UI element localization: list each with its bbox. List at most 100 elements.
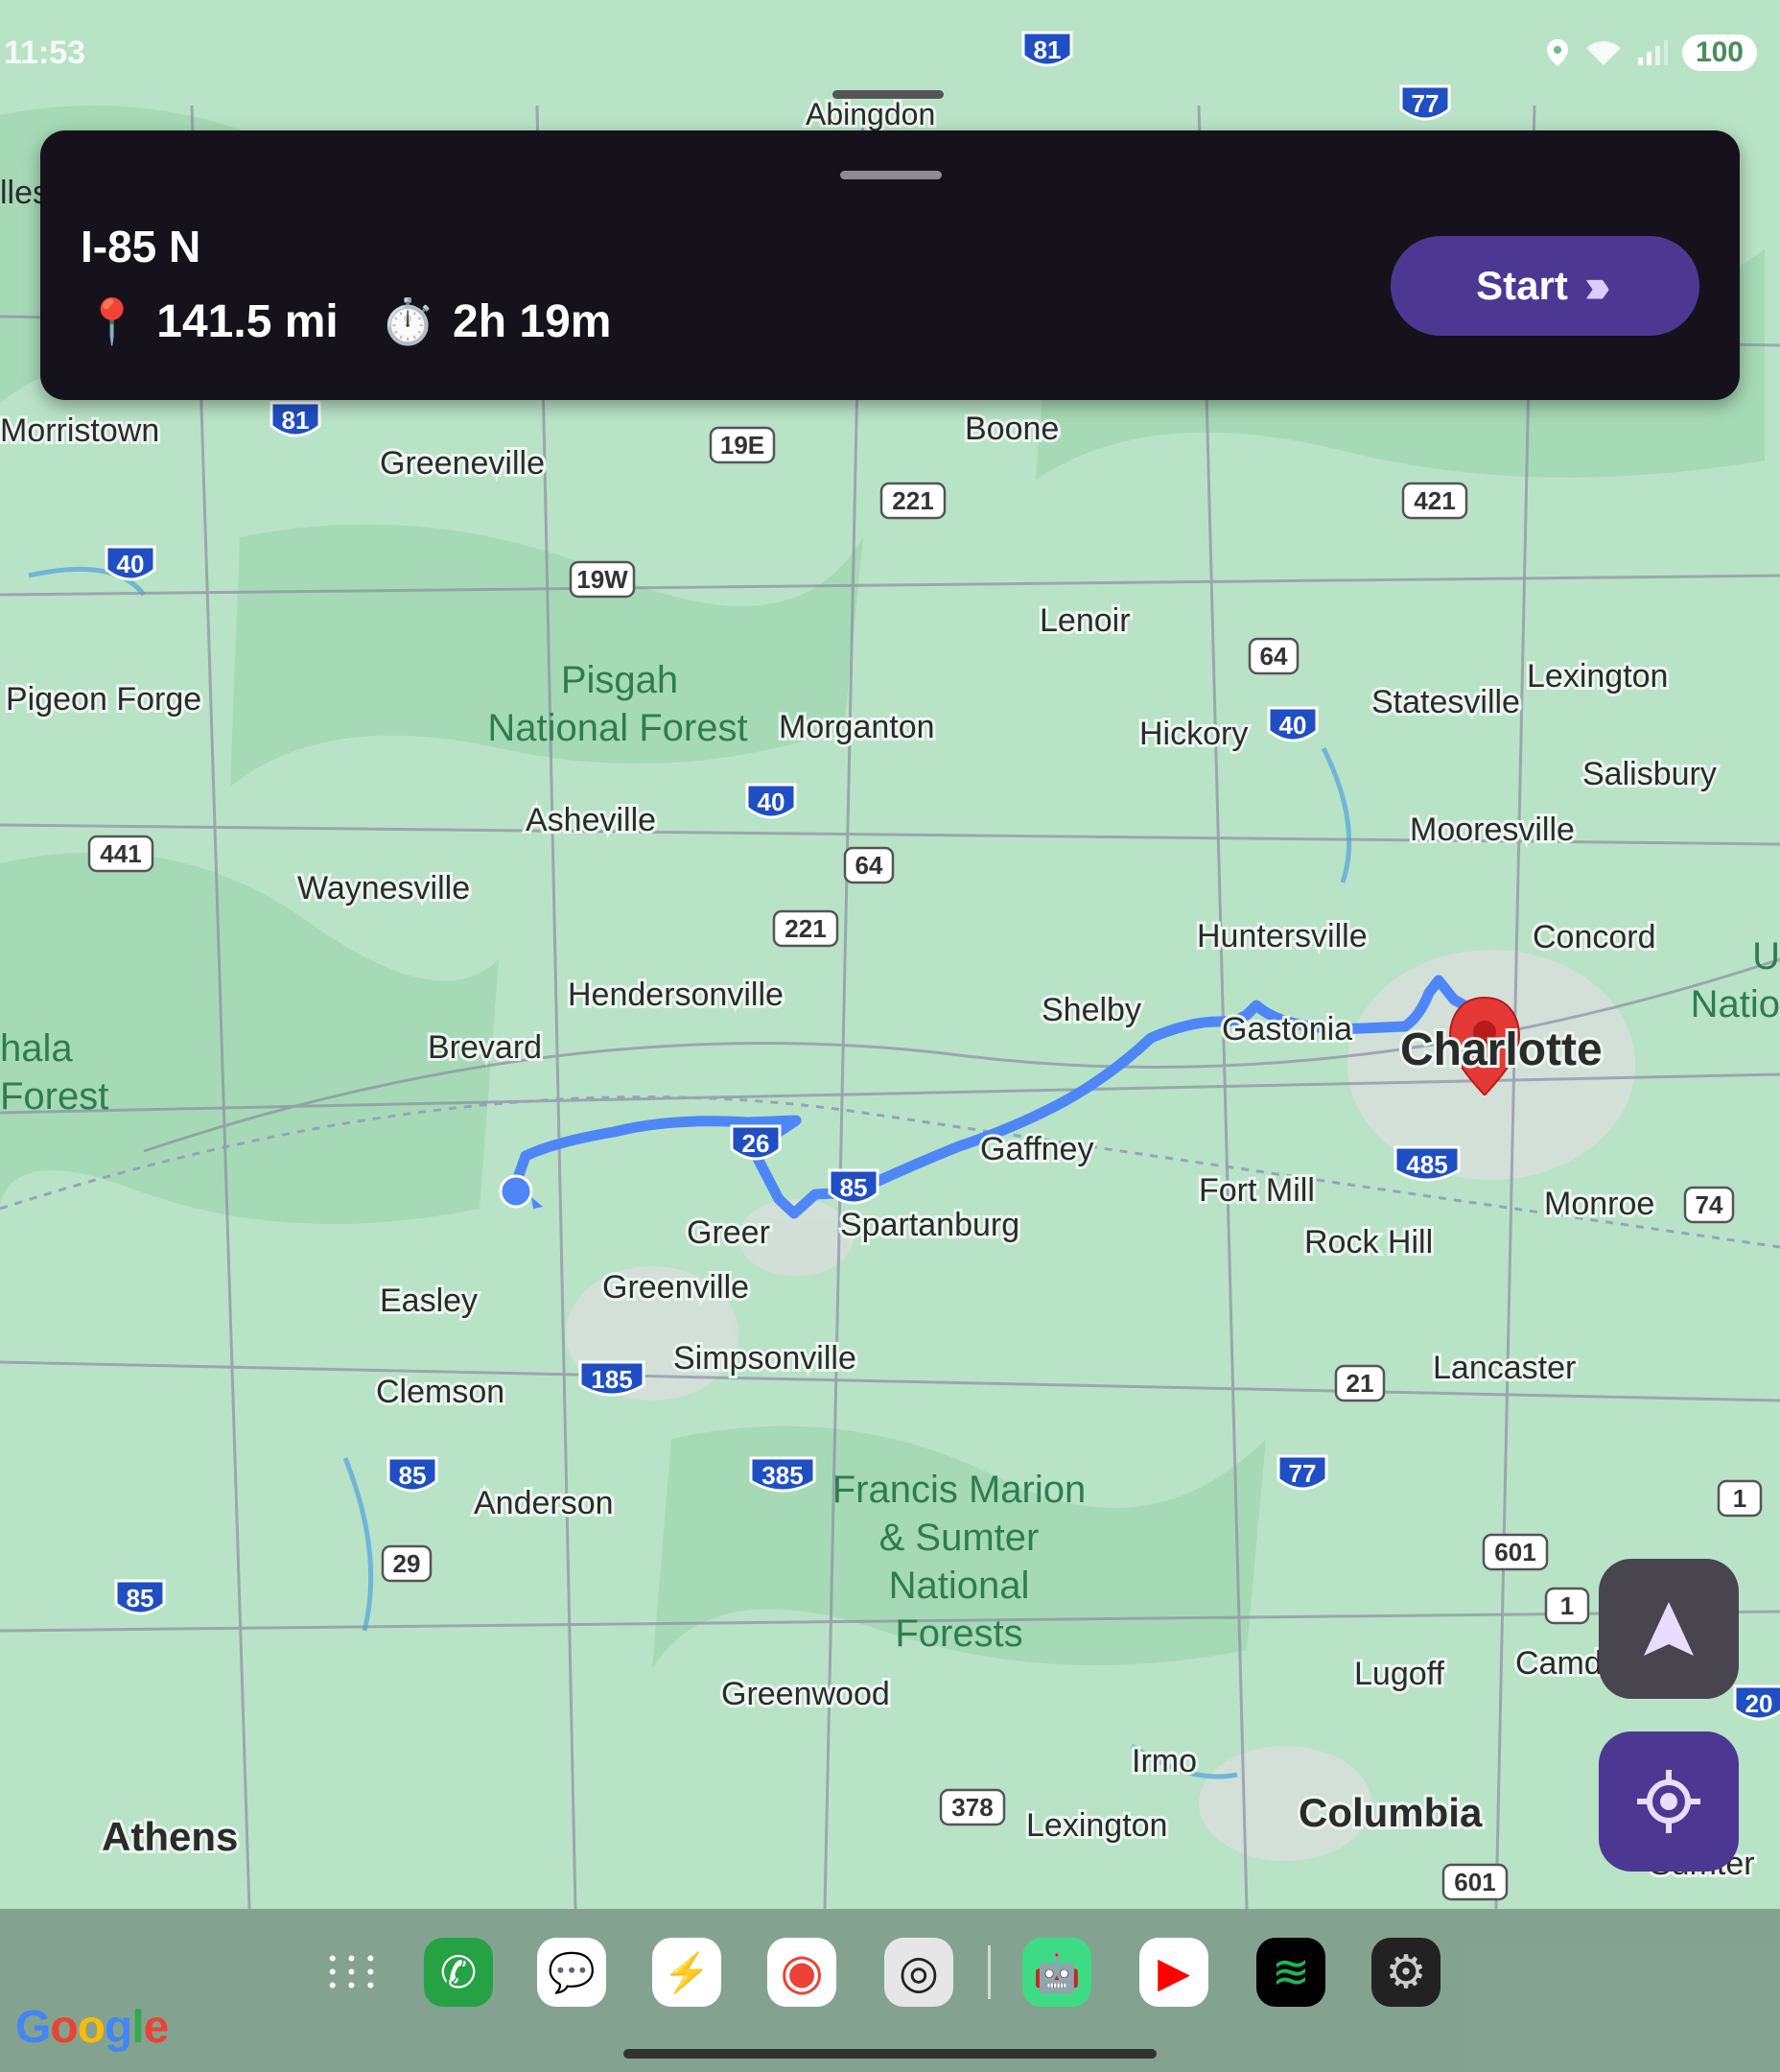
us-route-shield-icon: 19W bbox=[569, 560, 636, 599]
city-label[interactable]: Waynesville bbox=[294, 867, 473, 909]
city-label[interactable]: Greenville bbox=[599, 1266, 752, 1308]
interstate-shield-icon: 385 bbox=[749, 1456, 816, 1493]
location-status-icon bbox=[1546, 39, 1568, 66]
svg-text:485: 485 bbox=[1406, 1150, 1447, 1179]
youtube-icon[interactable]: ▶ bbox=[1139, 1938, 1208, 2007]
interstate-shield-icon: 40 bbox=[1267, 706, 1319, 742]
messenger-icon[interactable]: ⚡ bbox=[652, 1938, 721, 2007]
stopwatch-icon: ⏱️ bbox=[380, 296, 436, 346]
city-label[interactable]: Gastonia bbox=[1219, 1008, 1355, 1050]
interstate-shield-icon: 85 bbox=[828, 1168, 879, 1205]
edge-label: U bbox=[1752, 935, 1780, 977]
start-button-label: Start bbox=[1476, 263, 1568, 308]
interstate-shield-icon: 485 bbox=[1394, 1145, 1461, 1182]
sheet-drag-handle-back bbox=[832, 90, 944, 99]
signal-icon bbox=[1637, 40, 1668, 65]
city-label[interactable]: Lugoff bbox=[1351, 1653, 1447, 1695]
city-label[interactable]: Morristown bbox=[0, 410, 162, 452]
my-location-icon bbox=[1637, 1770, 1700, 1833]
svg-text:421: 421 bbox=[1414, 486, 1455, 515]
city-label[interactable]: Simpsonville bbox=[670, 1337, 859, 1379]
interstate-shield-icon: 77 bbox=[1276, 1454, 1328, 1491]
svg-text:441: 441 bbox=[100, 839, 141, 868]
city-label[interactable]: Boone bbox=[962, 408, 1062, 450]
city-label[interactable]: Spartanburg bbox=[837, 1204, 1022, 1246]
settings-icon[interactable]: ⚙ bbox=[1371, 1938, 1440, 2007]
city-label[interactable]: Salisbury bbox=[1580, 753, 1720, 795]
phone-icon[interactable]: ✆ bbox=[424, 1938, 493, 2007]
city-label[interactable]: Huntersville bbox=[1194, 915, 1370, 957]
route-summary-card[interactable]: I-85 N 📍 141.5 mi ⏱️ 2h 19m Start ››› bbox=[40, 130, 1740, 400]
start-navigation-button[interactable]: Start ››› bbox=[1391, 236, 1699, 336]
city-label[interactable]: Brevard bbox=[425, 1026, 545, 1069]
pin-icon: 📍 bbox=[84, 296, 140, 346]
city-label[interactable]: Hickory bbox=[1136, 713, 1251, 755]
city-label[interactable]: Lexington bbox=[1524, 655, 1671, 697]
navigate-button[interactable] bbox=[1599, 1559, 1739, 1699]
us-route-shield-icon: 21 bbox=[1334, 1364, 1386, 1402]
city-label[interactable]: Greer bbox=[684, 1212, 773, 1254]
park-label: & Sumter bbox=[879, 1517, 1040, 1559]
city-label[interactable]: Monroe bbox=[1541, 1183, 1657, 1225]
city-label[interactable]: Athens bbox=[99, 1811, 241, 1862]
svg-text:221: 221 bbox=[892, 486, 933, 515]
city-label[interactable]: Shelby bbox=[1039, 989, 1144, 1031]
city-label[interactable]: Greenwood bbox=[718, 1673, 893, 1715]
svg-text:185: 185 bbox=[591, 1365, 632, 1394]
interstate-shield-icon: 85 bbox=[386, 1456, 438, 1493]
svg-text:64: 64 bbox=[1260, 642, 1288, 671]
interstate-shield-icon: 40 bbox=[105, 545, 156, 581]
interstate-shield-icon: 40 bbox=[745, 783, 797, 819]
us-route-shield-icon: 64 bbox=[843, 846, 895, 884]
my-location-button[interactable] bbox=[1599, 1731, 1739, 1872]
svg-text:64: 64 bbox=[855, 851, 883, 880]
city-label[interactable]: Anderson bbox=[471, 1482, 617, 1524]
svg-text:26: 26 bbox=[742, 1129, 770, 1158]
svg-text:19E: 19E bbox=[720, 431, 764, 459]
battery-indicator: 100 bbox=[1681, 35, 1757, 71]
city-label[interactable]: Charlotte bbox=[1397, 1022, 1605, 1078]
city-label[interactable]: Pigeon Forge bbox=[3, 678, 204, 720]
city-label[interactable]: Mooresville bbox=[1407, 809, 1578, 851]
svg-text:385: 385 bbox=[761, 1461, 803, 1490]
city-label[interactable]: Gaffney bbox=[977, 1128, 1096, 1170]
android-icon[interactable]: 🤖 bbox=[1022, 1938, 1091, 2007]
city-label[interactable]: Easley bbox=[377, 1280, 480, 1322]
city-label[interactable]: Fort Mill bbox=[1196, 1169, 1318, 1212]
card-drag-handle[interactable] bbox=[840, 171, 942, 179]
city-label[interactable]: Lancaster bbox=[1430, 1347, 1579, 1389]
svg-text:74: 74 bbox=[1696, 1190, 1723, 1219]
interstate-shield-icon: 81 bbox=[269, 401, 321, 437]
city-label[interactable]: Lexington bbox=[1023, 1804, 1170, 1847]
app-drawer-icon[interactable]: • • • • • • • • • bbox=[318, 1938, 387, 2007]
spotify-icon[interactable]: ≋ bbox=[1256, 1938, 1325, 2007]
svg-text:85: 85 bbox=[399, 1461, 427, 1490]
city-label[interactable]: Irmo bbox=[1129, 1740, 1200, 1782]
svg-text:1: 1 bbox=[1733, 1484, 1746, 1513]
camera-icon[interactable]: ◎ bbox=[884, 1938, 953, 2007]
city-label[interactable]: Lenoir bbox=[1037, 600, 1134, 642]
park-label: National bbox=[889, 1565, 1030, 1607]
city-label[interactable]: Clemson bbox=[373, 1371, 507, 1413]
svg-text:85: 85 bbox=[127, 1584, 154, 1613]
svg-text:19W: 19W bbox=[576, 565, 628, 594]
svg-text:20: 20 bbox=[1745, 1689, 1773, 1718]
city-label[interactable]: Rock Hill bbox=[1301, 1221, 1436, 1263]
svg-text:40: 40 bbox=[1279, 711, 1307, 740]
city-label[interactable]: Morganton bbox=[776, 706, 938, 748]
chrome-icon[interactable]: ◉ bbox=[767, 1938, 836, 2007]
city-label[interactable]: Hendersonville bbox=[565, 974, 786, 1016]
us-route-shield-icon: 601 bbox=[1482, 1533, 1549, 1571]
city-label[interactable]: Columbia bbox=[1296, 1787, 1486, 1838]
svg-text:40: 40 bbox=[758, 788, 785, 816]
park-label: Francis Marion bbox=[832, 1469, 1087, 1511]
messages-icon[interactable]: 💬 bbox=[537, 1938, 606, 2007]
city-label[interactable]: Asheville bbox=[523, 799, 659, 841]
city-label[interactable]: Statesville bbox=[1369, 681, 1523, 723]
dock-separator bbox=[988, 1945, 991, 1999]
gesture-nav-handle[interactable] bbox=[623, 2049, 1157, 2059]
svg-text:1: 1 bbox=[1560, 1591, 1574, 1620]
route-name: I-85 N bbox=[81, 222, 201, 271]
city-label[interactable]: Greeneville bbox=[377, 442, 548, 484]
city-label[interactable]: Concord bbox=[1530, 916, 1659, 958]
